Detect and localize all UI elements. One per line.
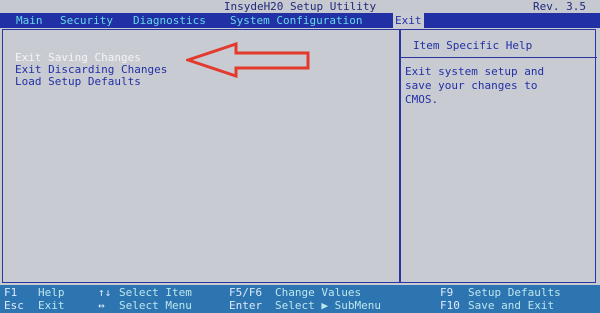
key-f9: F9: [440, 286, 454, 299]
label-select-item: Select Item: [119, 286, 192, 299]
help-line-2: save your changes to: [405, 79, 538, 92]
menu-main[interactable]: Main: [14, 13, 45, 28]
menu-exit[interactable]: Exit: [393, 13, 424, 28]
help-header: Item Specific Help: [413, 39, 533, 52]
exit-options-list: Exit Saving Changes Exit Discarding Chan…: [15, 52, 167, 88]
help-separator: [401, 57, 597, 58]
option-load-setup-defaults[interactable]: Load Setup Defaults: [15, 76, 167, 88]
title-bar: InsydeH20 Setup Utility Rev. 3.5: [0, 0, 600, 13]
app-title: InsydeH20 Setup Utility: [223, 0, 377, 13]
key-left-right: ↔: [98, 299, 105, 312]
label-select-submenu: Select ▶ SubMenu: [275, 299, 381, 312]
key-f1: F1: [4, 286, 18, 299]
menu-bar: Main Security Diagnostics System Configu…: [0, 13, 600, 28]
label-setup-defaults: Setup Defaults: [468, 286, 561, 299]
menu-diagnostics[interactable]: Diagnostics: [131, 13, 208, 28]
help-text: Exit system setup and save your changes …: [405, 65, 595, 107]
label-change-values: Change Values: [275, 286, 362, 299]
red-arrow-icon: [186, 42, 310, 78]
revision-label: Rev. 3.5: [533, 0, 586, 13]
menu-security[interactable]: Security: [58, 13, 115, 28]
label-help: Help: [38, 286, 65, 299]
label-exit: Exit: [38, 299, 65, 312]
key-f5-f6: F5/F6: [229, 286, 263, 299]
menu-system-configuration[interactable]: System Configuration: [228, 13, 364, 28]
key-enter: Enter: [229, 299, 263, 312]
panel-divider: [399, 30, 401, 282]
key-up-down: ↑↓: [98, 286, 112, 299]
label-save-and-exit: Save and Exit: [468, 299, 555, 312]
key-esc: Esc: [4, 299, 24, 312]
status-bar: F1 Help ↑↓ Select Item F5/F6 Change Valu…: [0, 285, 600, 313]
label-select-menu: Select Menu: [119, 299, 192, 312]
key-f10: F10: [440, 299, 460, 312]
help-line-3: CMOS.: [405, 93, 439, 106]
help-line-1: Exit system setup and: [405, 65, 545, 78]
